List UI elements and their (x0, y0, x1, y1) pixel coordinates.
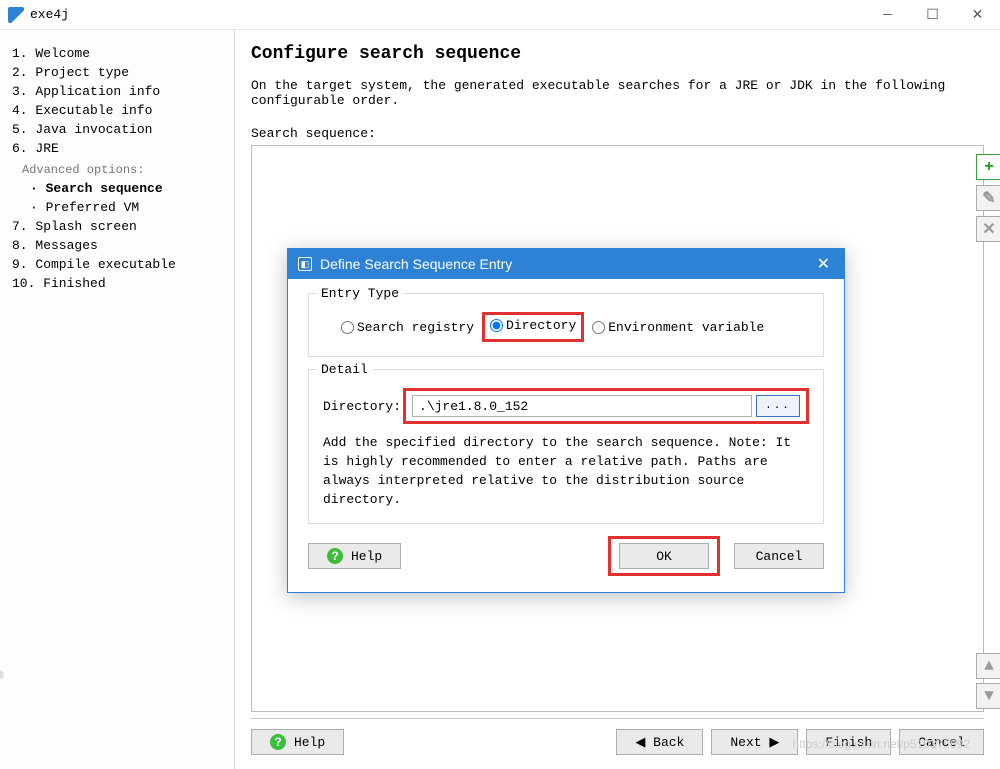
edit-entry-button[interactable]: ✎ (976, 185, 1000, 211)
radio-directory-label: Directory (506, 318, 576, 333)
substep-preferred-vm[interactable]: · Preferred VM (12, 198, 222, 217)
browse-button[interactable]: ... (756, 395, 800, 417)
ok-button[interactable]: OK (619, 543, 709, 569)
step-project-type[interactable]: 2. Project type (12, 63, 222, 82)
detail-legend: Detail (317, 362, 372, 377)
help-button[interactable]: ? Help (251, 729, 344, 755)
define-search-sequence-dialog: ◧ Define Search Sequence Entry ✕ Entry T… (287, 248, 845, 593)
watermark: https://blog.csdn.net/p510375092 (793, 737, 970, 751)
dialog-title: Define Search Sequence Entry (320, 256, 512, 272)
page-description: On the target system, the generated exec… (251, 78, 984, 108)
substep-search-sequence[interactable]: · Search sequence (12, 179, 222, 198)
exe4j-logo: exe4j (0, 669, 5, 759)
step-java-invocation[interactable]: 5. Java invocation (12, 120, 222, 139)
detail-note: Add the specified directory to the searc… (323, 434, 809, 509)
help-label: Help (294, 735, 325, 750)
step-messages[interactable]: 8. Messages (12, 236, 222, 255)
radio-search-registry[interactable]: Search registry (341, 320, 474, 335)
move-down-button[interactable]: ▼ (976, 683, 1000, 709)
titlebar: exe4j — ☐ ✕ (0, 0, 1000, 30)
dialog-help-button[interactable]: ? Help (308, 543, 401, 569)
move-up-button[interactable]: ▲ (976, 653, 1000, 679)
step-welcome[interactable]: 1. Welcome (12, 44, 222, 63)
window-title: exe4j (30, 7, 69, 22)
maximize-button[interactable]: ☐ (910, 0, 955, 30)
entry-type-group: Entry Type Search registry Directory Env… (308, 293, 824, 357)
dialog-help-label: Help (351, 549, 382, 564)
step-finished[interactable]: 10. Finished (12, 274, 222, 293)
dialog-cancel-button[interactable]: Cancel (734, 543, 824, 569)
detail-group: Detail Directory: ... Add the specified … (308, 369, 824, 524)
next-button[interactable]: Next ▶ (711, 729, 798, 755)
help-icon: ? (327, 548, 343, 564)
search-sequence-label: Search sequence: (251, 126, 984, 141)
back-button[interactable]: ◀ Back (616, 729, 703, 755)
dialog-titlebar: ◧ Define Search Sequence Entry ✕ (288, 249, 844, 279)
wizard-sidebar: 1. Welcome 2. Project type 3. Applicatio… (0, 30, 235, 769)
advanced-options-header: Advanced options: (12, 158, 222, 179)
directory-label: Directory: (323, 399, 401, 414)
dialog-icon: ◧ (298, 257, 312, 271)
directory-input[interactable] (412, 395, 752, 417)
help-icon: ? (270, 734, 286, 750)
step-application-info[interactable]: 3. Application info (12, 82, 222, 101)
radio-env-label: Environment variable (608, 320, 764, 335)
radio-environment-variable[interactable]: Environment variable (592, 320, 764, 335)
step-splash-screen[interactable]: 7. Splash screen (12, 217, 222, 236)
close-button[interactable]: ✕ (955, 0, 1000, 30)
page-title: Configure search sequence (251, 44, 984, 64)
radio-registry-label: Search registry (357, 320, 474, 335)
remove-entry-button[interactable]: ✕ (976, 216, 1000, 242)
entry-type-legend: Entry Type (317, 286, 403, 301)
step-jre[interactable]: 6. JRE (12, 139, 222, 158)
add-entry-button[interactable]: + (976, 154, 1000, 180)
step-compile-executable[interactable]: 9. Compile executable (12, 255, 222, 274)
radio-directory[interactable]: Directory (490, 318, 576, 333)
app-icon (8, 7, 24, 23)
dialog-close-button[interactable]: ✕ (813, 254, 834, 274)
minimize-button[interactable]: — (865, 0, 910, 30)
step-executable-info[interactable]: 4. Executable info (12, 101, 222, 120)
